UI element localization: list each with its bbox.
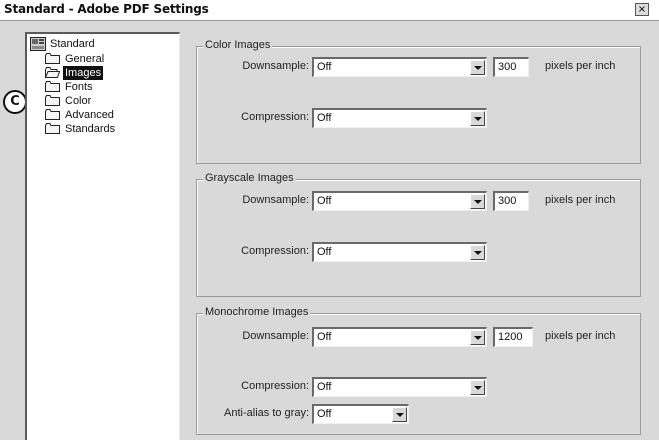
folder-icon (45, 95, 60, 106)
chevron-down-icon[interactable] (470, 330, 485, 345)
monochrome-images-group: Monochrome Images Downsample: Off 1200 p… (196, 306, 641, 435)
monochrome-downsample-select[interactable]: Off (312, 327, 487, 347)
folder-icon (45, 81, 60, 92)
grayscale-compression-label: Compression: (241, 245, 309, 257)
color-resolution-unit: pixels per inch (545, 60, 616, 72)
monochrome-resolution-input[interactable]: 1200 (493, 327, 533, 347)
monochrome-images-legend: Monochrome Images (203, 306, 311, 318)
grayscale-resolution-unit: pixels per inch (545, 194, 616, 206)
chevron-down-icon[interactable] (392, 407, 407, 422)
open-folder-icon (45, 67, 60, 78)
chevron-down-icon[interactable] (470, 60, 485, 75)
grayscale-images-legend: Grayscale Images (203, 172, 296, 184)
antialias-select[interactable]: Off (312, 404, 409, 424)
tree-root-label: Standard (50, 38, 95, 50)
select-value: Off (317, 381, 332, 393)
folder-icon (45, 109, 60, 120)
color-downsample-label: Downsample: (242, 60, 309, 72)
tree-item-label: Standards (65, 123, 116, 135)
color-resolution-input[interactable]: 300 (493, 57, 529, 77)
tree-item-label: General (65, 53, 105, 65)
monochrome-compression-label: Compression: (241, 380, 309, 392)
folder-icon (45, 123, 60, 134)
close-button[interactable]: × (635, 3, 649, 16)
tree-item-label: Images (63, 66, 104, 80)
select-value: Off (317, 408, 332, 420)
grayscale-downsample-select[interactable]: Off (312, 191, 487, 211)
chevron-down-icon[interactable] (470, 111, 485, 126)
tree-item-label: Advanced (65, 109, 114, 121)
select-value: Off (317, 61, 332, 73)
title-bar: Standard - Adobe PDF Settings × (0, 0, 659, 21)
chevron-down-icon[interactable] (470, 380, 485, 395)
select-value: Off (317, 195, 332, 207)
color-compression-label: Compression: (241, 111, 309, 123)
select-value: Off (317, 331, 332, 343)
grayscale-images-group: Grayscale Images Downsample: Off 300 pix… (196, 172, 641, 297)
select-value: Off (317, 246, 332, 258)
settings-tree: Standard General Images Fonts Color Adva… (25, 32, 180, 440)
monochrome-resolution-unit: pixels per inch (545, 330, 616, 342)
color-images-group: Color Images Downsample: Off 300 pixels … (196, 39, 641, 164)
antialias-label: Anti-alias to gray: (224, 407, 309, 419)
select-value: Off (317, 112, 332, 124)
color-images-legend: Color Images (203, 39, 273, 51)
grayscale-resolution-input[interactable]: 300 (493, 191, 529, 211)
settings-root-icon (30, 37, 46, 51)
color-compression-select[interactable]: Off (312, 108, 487, 128)
tree-item-label: Color (65, 95, 92, 107)
tree-item-label: Fonts (65, 81, 93, 93)
window-title: Standard - Adobe PDF Settings (4, 2, 209, 16)
pdf-settings-window: Standard - Adobe PDF Settings × C Standa… (0, 0, 659, 440)
grayscale-downsample-label: Downsample: (242, 194, 309, 206)
chevron-down-icon[interactable] (470, 194, 485, 209)
color-downsample-select[interactable]: Off (312, 57, 487, 77)
monochrome-downsample-label: Downsample: (242, 330, 309, 342)
monochrome-compression-select[interactable]: Off (312, 377, 487, 397)
folder-icon (45, 53, 60, 64)
grayscale-compression-select[interactable]: Off (312, 242, 487, 262)
callout-badge: C (3, 90, 27, 114)
chevron-down-icon[interactable] (470, 245, 485, 260)
